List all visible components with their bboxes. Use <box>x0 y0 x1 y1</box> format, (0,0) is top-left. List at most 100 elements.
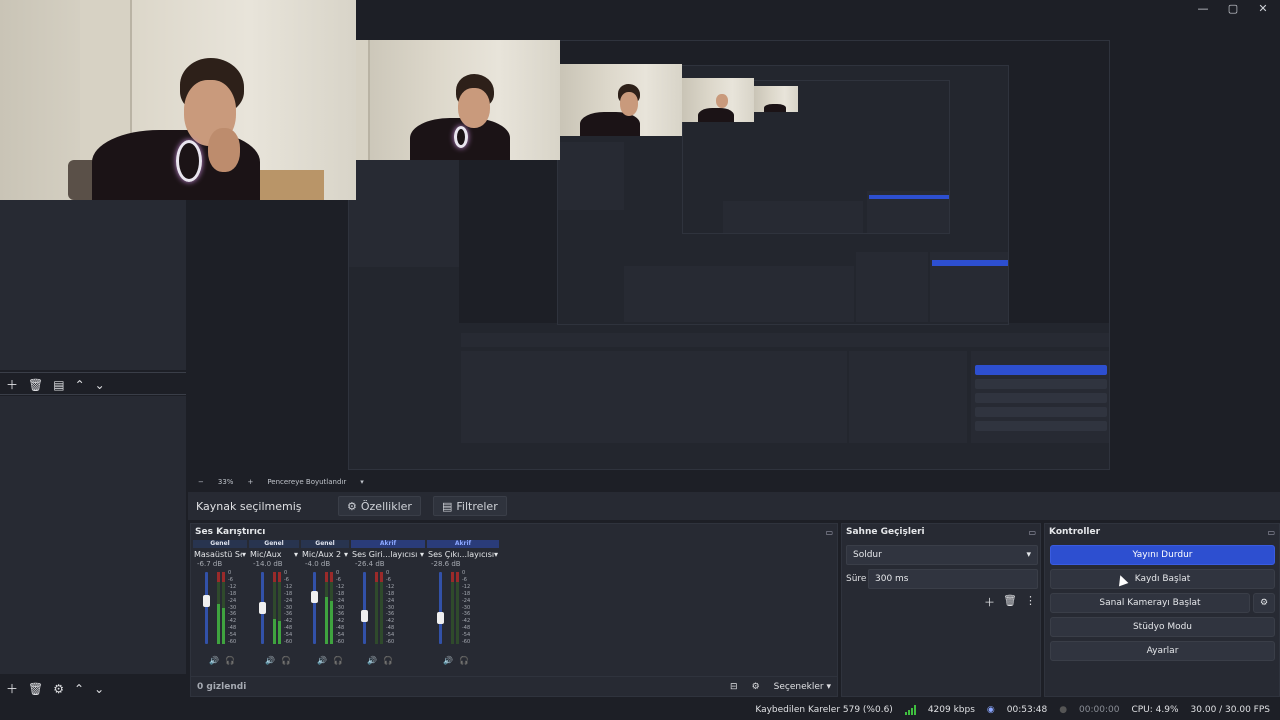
channel-name-dropdown[interactable]: Mic/Aux ▾ <box>249 548 299 560</box>
no-source-label: Kaynak seçilmemiş <box>196 499 302 513</box>
transitions-title-bar: Sahne Geçişleri ▭ <box>842 524 1040 540</box>
volume-fader-track[interactable] <box>313 572 316 644</box>
options-button[interactable]: Seçenekler ▾ <box>774 682 831 692</box>
popout-icon[interactable]: ▭ <box>825 528 833 537</box>
add-icon[interactable]: ＋ <box>984 594 995 610</box>
level-meter <box>273 572 276 644</box>
db-scale-tick: -48 <box>386 625 395 632</box>
duration-input[interactable]: 300 ms <box>868 569 1038 589</box>
maximize-button[interactable]: ▢ <box>1218 0 1248 16</box>
meter-area: 0 -6 -12 -18 -24 -30 -36 -42 -48 -54 -60 <box>193 570 247 646</box>
trash-icon[interactable]: 🗑 <box>28 378 43 392</box>
db-scale-tick: -12 <box>284 583 293 590</box>
db-scale-tick: -36 <box>462 611 471 618</box>
db-scale-tick: -42 <box>462 618 471 625</box>
stop-stream-button[interactable]: Yayını Durdur <box>1050 545 1275 565</box>
speaker-icon[interactable]: 🔊 <box>265 656 275 665</box>
volume-fader-knob[interactable] <box>259 602 266 614</box>
start-virtual-camera-button[interactable]: Sanal Kamerayı Başlat <box>1050 593 1250 613</box>
channel-db: -6.7 dB <box>197 560 223 568</box>
speaker-icon[interactable]: 🔊 <box>209 656 219 665</box>
headphones-icon[interactable]: 🎧 <box>225 656 235 665</box>
properties-button[interactable]: ⚙ Özellikler <box>338 496 421 516</box>
filter-icon: ▤ <box>441 499 453 513</box>
mixer-footer: 0 gizlendi ⊟ ⚙ Seçenekler ▾ <box>191 676 837 696</box>
db-scale-tick: -54 <box>462 632 471 639</box>
nested-controls <box>971 351 1109 443</box>
zoom-in-button[interactable]: + <box>247 478 253 486</box>
volume-fader-track[interactable] <box>205 572 208 644</box>
trash-icon[interactable]: 🗑 <box>28 682 43 696</box>
headphones-icon[interactable]: 🎧 <box>333 656 343 665</box>
chevron-down-icon[interactable]: ▾ <box>360 478 364 486</box>
minimize-button[interactable]: — <box>1188 0 1218 16</box>
level-meter <box>380 572 383 644</box>
db-scale-tick: 0 <box>284 570 288 576</box>
volume-fader-knob[interactable] <box>437 611 444 624</box>
layout-icon[interactable]: ⊟ <box>730 682 738 692</box>
settings-button[interactable]: Ayarlar <box>1050 641 1275 661</box>
mixer-title: Ses Karıştırıcı <box>195 527 266 537</box>
virtual-camera-settings-button[interactable]: ⚙ <box>1253 593 1275 613</box>
chevron-down-icon[interactable]: ⌄ <box>95 378 105 392</box>
studio-mode-button[interactable]: Stüdyo Modu <box>1050 617 1275 637</box>
more-vertical-icon[interactable]: ⋮ <box>1025 594 1036 610</box>
channel-controls: 🔊 🎧 <box>367 656 393 665</box>
volume-fader-knob[interactable] <box>311 591 318 604</box>
cpu-usage: CPU: 4.9% <box>1131 705 1179 715</box>
channel-name-dropdown[interactable]: Masaüstü Ses▾ <box>193 548 247 560</box>
channel-name-dropdown[interactable]: Ses Giri...layıcısı ▾ <box>351 548 425 560</box>
webcam-overlay-1 <box>0 0 356 200</box>
channel-name-dropdown[interactable]: Ses Çıkı...layıcısı ▾ <box>427 548 499 560</box>
gear-icon[interactable]: ⚙ <box>53 682 64 696</box>
popout-icon[interactable]: ▭ <box>1028 528 1036 537</box>
db-scale-tick: -18 <box>462 590 471 597</box>
db-scale: 0 -6 -12 -18 -24 -30 -36 -42 -48 -54 -60 <box>336 570 344 646</box>
volume-fader-track[interactable] <box>363 572 366 644</box>
resize-to-window[interactable]: Pencereye Boyutlandır <box>267 478 346 486</box>
popout-icon[interactable]: ▭ <box>1267 528 1275 537</box>
close-button[interactable]: ✕ <box>1248 0 1278 16</box>
channel-controls: 🔊 🎧 <box>265 656 291 665</box>
stream-time: 00:53:48 <box>1006 705 1048 715</box>
mixer-channel: Akrif Ses Çıkı...layıcısı ▾ -28.6 dB 0 -6 -12-… <box>427 540 499 665</box>
channel-name-dropdown[interactable]: Mic/Aux 2 ▾ <box>301 548 349 560</box>
scene-transitions-panel: Sahne Geçişleri ▭ Soldur ▾ Süre 300 ms ＋… <box>841 523 1041 697</box>
db-scale-tick: -48 <box>284 625 293 632</box>
speaker-icon[interactable]: 🔊 <box>367 656 377 665</box>
volume-fader-knob[interactable] <box>361 610 368 623</box>
transition-select[interactable]: Soldur ▾ <box>846 545 1038 565</box>
advanced-audio-icon[interactable]: ⚙ <box>752 682 760 692</box>
chevron-up-icon[interactable]: ⌃ <box>74 682 84 696</box>
nested-sourcebar <box>461 333 1109 347</box>
volume-fader-knob[interactable] <box>203 594 210 607</box>
filters-button[interactable]: ▤ Filtreler <box>432 496 507 516</box>
db-scale-tick: -12 <box>462 583 471 590</box>
controls-title-bar: Kontroller ▭ <box>1045 524 1279 540</box>
chevron-up-icon[interactable]: ⌃ <box>75 378 85 392</box>
db-scale-tick: -42 <box>386 618 395 625</box>
add-icon[interactable]: ＋ <box>6 680 18 697</box>
channel-db: -4.0 dB <box>305 560 331 568</box>
headphones-icon[interactable]: 🎧 <box>459 656 469 665</box>
chevron-down-icon: ▾ <box>343 549 348 559</box>
start-recording-button[interactable]: Kaydı Başlat <box>1050 569 1275 589</box>
scenes-bottom-divider <box>0 394 186 395</box>
headphones-icon[interactable]: 🎧 <box>281 656 291 665</box>
headphones-icon[interactable]: 🎧 <box>383 656 393 665</box>
filter-icon[interactable]: ▤ <box>53 378 64 392</box>
db-scale-tick: -12 <box>228 583 237 590</box>
bitrate: 4209 kbps <box>927 705 975 715</box>
db-scale-tick: -24 <box>462 597 471 604</box>
chevron-down-icon: ▾ <box>419 549 424 559</box>
zoom-out-button[interactable]: − <box>198 478 204 486</box>
volume-fader-track[interactable] <box>439 572 442 644</box>
dropped-frames: Kaybedilen Kareler 579 (%0.6) <box>755 705 893 715</box>
add-icon[interactable]: ＋ <box>6 376 18 393</box>
channel-controls: 🔊 🎧 <box>443 656 469 665</box>
trash-icon[interactable]: 🗑 <box>1003 594 1017 610</box>
db-scale-tick: -60 <box>462 639 471 646</box>
speaker-icon[interactable]: 🔊 <box>317 656 327 665</box>
speaker-icon[interactable]: 🔊 <box>443 656 453 665</box>
chevron-down-icon[interactable]: ⌄ <box>94 682 104 696</box>
